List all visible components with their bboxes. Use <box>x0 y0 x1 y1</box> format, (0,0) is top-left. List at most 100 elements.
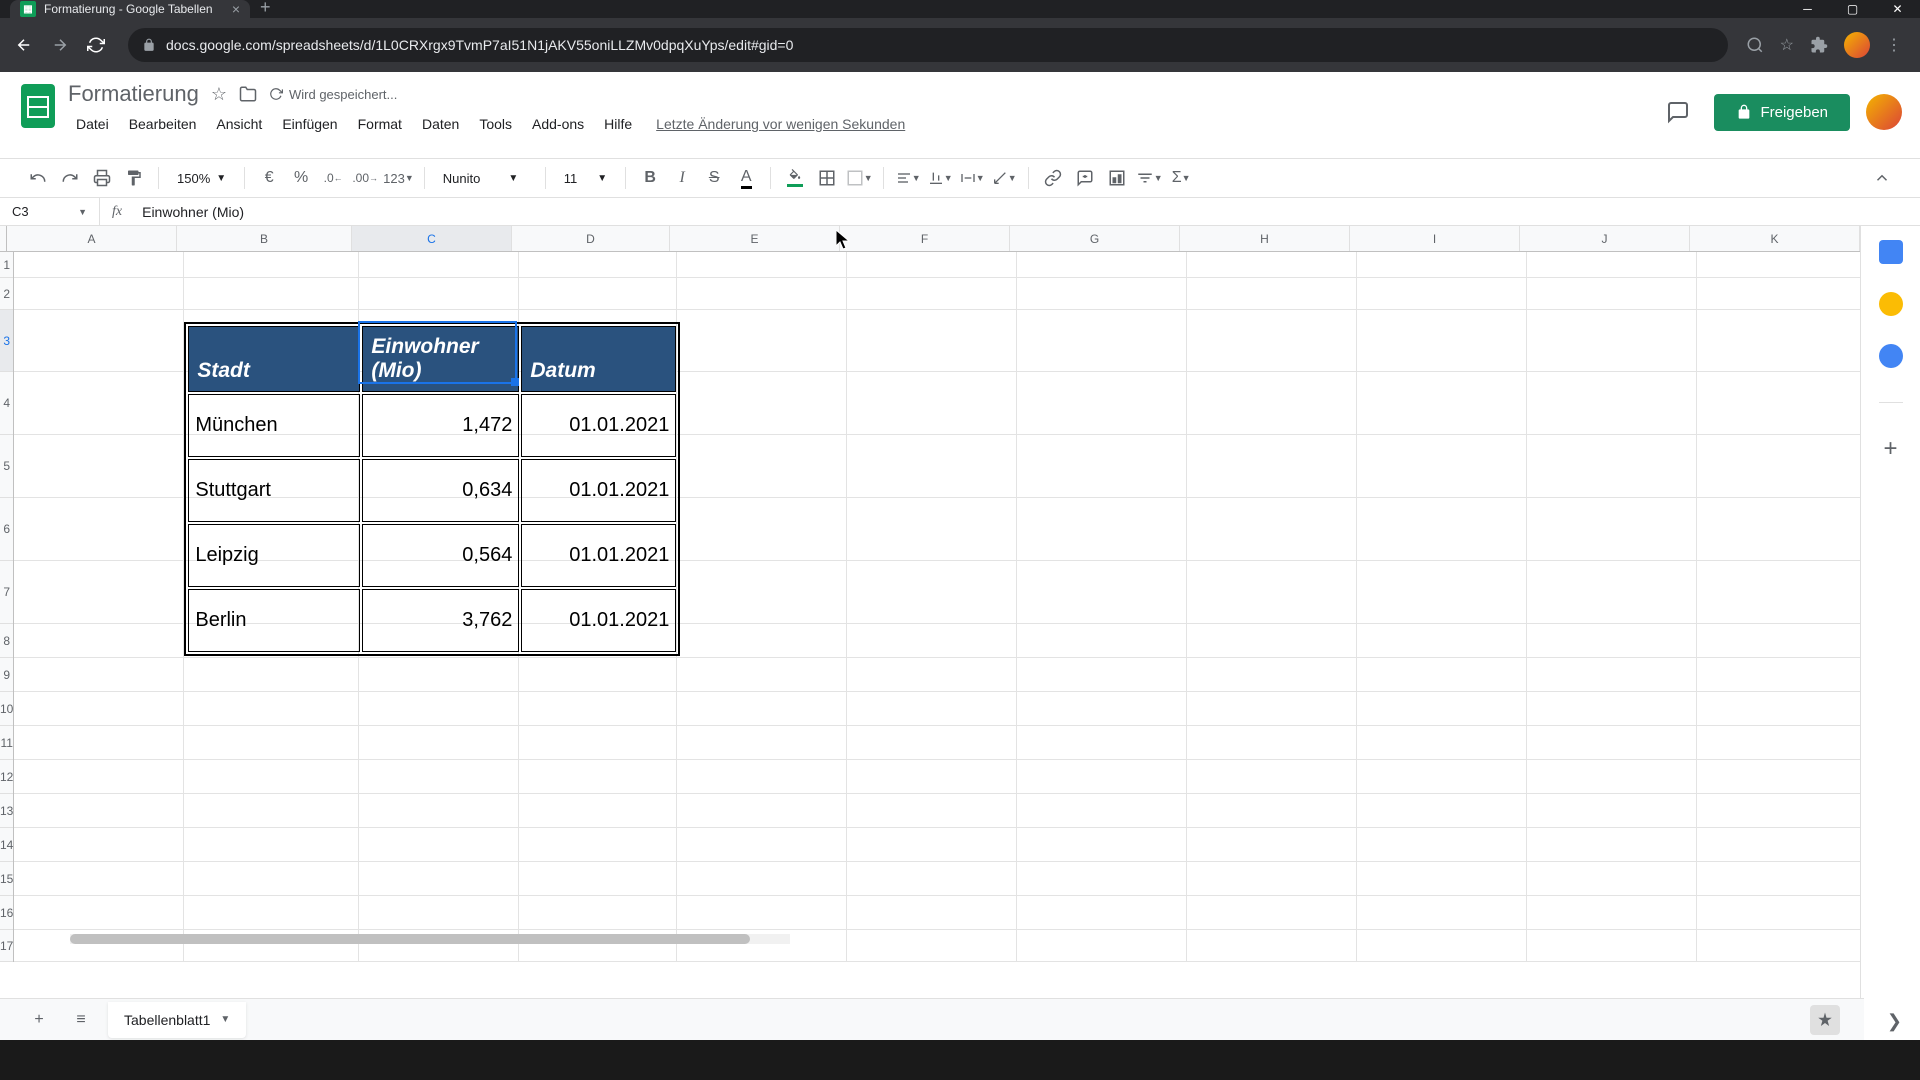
functions-button[interactable]: Σ▼ <box>1167 164 1195 192</box>
print-button[interactable] <box>88 164 116 192</box>
collapse-toolbar-button[interactable] <box>1868 164 1896 192</box>
row-header-1[interactable]: 1 <box>0 252 13 278</box>
col-header-I[interactable]: I <box>1350 226 1520 251</box>
col-header-H[interactable]: H <box>1180 226 1350 251</box>
cells-area[interactable]: Stadt Einwohner (Mio) Datum München1,472… <box>14 252 1860 962</box>
table-cell[interactable]: 0,634 <box>362 459 519 522</box>
text-rotation-button[interactable]: ▼ <box>990 164 1018 192</box>
share-button[interactable]: Freigeben <box>1714 94 1850 131</box>
row-header-15[interactable]: 15 <box>0 862 13 896</box>
col-header-D[interactable]: D <box>512 226 670 251</box>
calendar-icon[interactable] <box>1879 240 1903 264</box>
explore-button[interactable] <box>1810 1005 1840 1035</box>
col-header-G[interactable]: G <box>1010 226 1180 251</box>
reload-button[interactable] <box>82 31 110 59</box>
all-sheets-button[interactable]: ≡ <box>66 1005 96 1035</box>
formula-input[interactable]: Einwohner (Mio) <box>134 204 1920 220</box>
table-header-einwohner[interactable]: Einwohner (Mio) <box>362 326 519 392</box>
table-cell[interactable]: 01.01.2021 <box>521 589 676 652</box>
row-header-2[interactable]: 2 <box>0 278 13 310</box>
table-cell[interactable]: 01.01.2021 <box>521 459 676 522</box>
fill-color-button[interactable] <box>781 164 809 192</box>
row-header-7[interactable]: 7 <box>0 561 13 624</box>
star-icon[interactable]: ☆ <box>1780 35 1794 55</box>
table-cell[interactable]: 01.01.2021 <box>521 394 676 457</box>
minimize-button[interactable]: ─ <box>1785 0 1830 18</box>
borders-button[interactable] <box>813 164 841 192</box>
font-size-select[interactable]: 11▼ <box>556 167 615 190</box>
italic-button[interactable]: I <box>668 164 696 192</box>
table-cell[interactable]: München <box>188 394 360 457</box>
sheets-logo[interactable] <box>18 80 58 132</box>
col-header-J[interactable]: J <box>1520 226 1690 251</box>
insert-link-button[interactable] <box>1039 164 1067 192</box>
last-edit-link[interactable]: Letzte Änderung vor wenigen Sekunden <box>656 116 905 132</box>
chevron-down-icon[interactable]: ▼ <box>220 1014 230 1025</box>
windows-taskbar[interactable] <box>0 1040 1920 1080</box>
keep-icon[interactable] <box>1879 292 1903 316</box>
table-header-stadt[interactable]: Stadt <box>188 326 360 392</box>
tasks-icon[interactable] <box>1879 344 1903 368</box>
extensions-icon[interactable] <box>1810 36 1828 54</box>
horizontal-align-button[interactable]: ▼ <box>894 164 922 192</box>
maximize-button[interactable]: ▢ <box>1830 0 1875 18</box>
close-icon[interactable]: × <box>232 1 240 17</box>
currency-button[interactable]: € <box>255 164 283 192</box>
insert-chart-button[interactable] <box>1103 164 1131 192</box>
back-button[interactable] <box>10 31 38 59</box>
bold-button[interactable]: B <box>636 164 664 192</box>
menu-bearbeiten[interactable]: Bearbeiten <box>121 112 205 136</box>
col-header-A[interactable]: A <box>7 226 177 251</box>
menu-datei[interactable]: Datei <box>68 112 117 136</box>
name-box[interactable]: C3▼ <box>0 198 100 225</box>
table-cell[interactable]: 0,564 <box>362 524 519 587</box>
menu-format[interactable]: Format <box>350 112 410 136</box>
sheet-tab[interactable]: Tabellenblatt1 ▼ <box>108 1002 246 1038</box>
move-icon[interactable] <box>239 85 257 103</box>
row-header-9[interactable]: 9 <box>0 658 13 692</box>
menu-daten[interactable]: Daten <box>414 112 467 136</box>
row-header-6[interactable]: 6 <box>0 498 13 561</box>
zoom-select[interactable]: 150% ▼ <box>169 167 234 190</box>
browser-tab[interactable]: ▦ Formatierung - Google Tabellen × <box>10 0 250 18</box>
side-panel-collapse[interactable]: ❯ <box>1887 1011 1902 1032</box>
row-header-11[interactable]: 11 <box>0 726 13 760</box>
col-header-B[interactable]: B <box>177 226 352 251</box>
menu-addons[interactable]: Add-ons <box>524 112 592 136</box>
browser-account-avatar[interactable] <box>1844 32 1870 58</box>
text-color-button[interactable]: A <box>732 164 760 192</box>
menu-ansicht[interactable]: Ansicht <box>208 112 270 136</box>
menu-hilfe[interactable]: Hilfe <box>596 112 640 136</box>
merge-cells-button[interactable]: ▼ <box>845 164 873 192</box>
text-wrap-button[interactable]: ▼ <box>958 164 986 192</box>
table-cell[interactable]: 01.01.2021 <box>521 524 676 587</box>
select-all-corner[interactable] <box>0 226 7 251</box>
doc-title[interactable]: Formatierung <box>68 81 199 107</box>
percent-button[interactable]: % <box>287 164 315 192</box>
col-header-F[interactable]: F <box>840 226 1010 251</box>
row-header-13[interactable]: 13 <box>0 794 13 828</box>
new-tab-button[interactable]: + <box>250 0 281 18</box>
user-avatar[interactable] <box>1866 94 1902 130</box>
vertical-align-button[interactable]: ▼ <box>926 164 954 192</box>
menu-tools[interactable]: Tools <box>471 112 520 136</box>
col-header-K[interactable]: K <box>1690 226 1860 251</box>
horizontal-scrollbar[interactable] <box>70 934 790 944</box>
font-select[interactable]: Nunito▼ <box>435 167 535 190</box>
forward-button[interactable] <box>46 31 74 59</box>
url-bar[interactable]: docs.google.com/spreadsheets/d/1L0CRXrgx… <box>128 28 1728 62</box>
zoom-icon[interactable] <box>1746 36 1764 54</box>
add-sheet-button[interactable]: + <box>24 1005 54 1035</box>
close-window-button[interactable]: ✕ <box>1875 0 1920 18</box>
browser-menu-icon[interactable]: ⋮ <box>1886 35 1902 55</box>
add-addon-icon[interactable]: + <box>1879 437 1903 461</box>
row-header-3[interactable]: 3 <box>0 310 13 372</box>
table-header-datum[interactable]: Datum <box>521 326 676 392</box>
col-header-E[interactable]: E <box>670 226 840 251</box>
row-header-4[interactable]: 4 <box>0 372 13 435</box>
redo-button[interactable] <box>56 164 84 192</box>
row-header-5[interactable]: 5 <box>0 435 13 498</box>
row-header-16[interactable]: 16 <box>0 896 13 930</box>
row-header-10[interactable]: 10 <box>0 692 13 726</box>
strikethrough-button[interactable]: S <box>700 164 728 192</box>
